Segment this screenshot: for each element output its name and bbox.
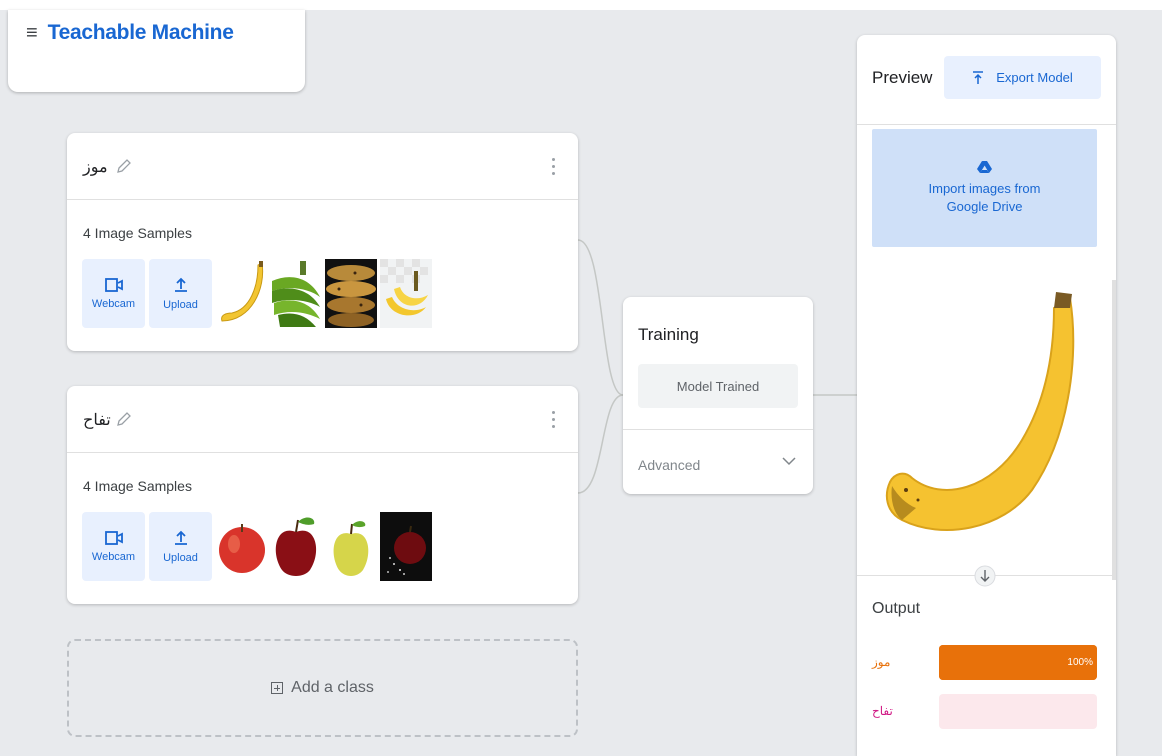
green-bananas-thumb[interactable] xyxy=(270,259,322,328)
upload-icon xyxy=(174,277,187,292)
pencil-icon[interactable] xyxy=(115,157,133,175)
class-card-1: موز 4 Image Samples Webcam Upload xyxy=(67,133,578,351)
class-card-header: موز xyxy=(67,133,578,200)
class-card-2: تفاح 4 Image Samples Webcam Upload xyxy=(67,386,578,604)
pencil-icon[interactable] xyxy=(115,410,133,428)
hamburger-icon[interactable]: ≡ xyxy=(26,20,38,46)
drive-label: Import images from Google Drive xyxy=(928,181,1041,214)
ripe-bananas-thumb[interactable] xyxy=(325,259,377,328)
add-class-label: Add a class xyxy=(291,679,374,696)
advanced-toggle[interactable]: Advanced xyxy=(638,457,700,473)
red-apple-thumb[interactable] xyxy=(216,512,268,581)
class-name[interactable]: موز xyxy=(83,157,108,176)
output-row: موز 100% xyxy=(872,645,1102,680)
arrow-down-icon xyxy=(974,565,996,587)
export-icon xyxy=(973,70,984,84)
confidence-percent: 100% xyxy=(1067,657,1093,668)
training-divider xyxy=(623,429,813,430)
samples-count: 4 Image Samples xyxy=(83,225,192,241)
dark-red-apple-thumb[interactable] xyxy=(270,512,322,581)
confidence-bar xyxy=(939,694,1097,729)
webcam-icon xyxy=(104,530,123,545)
upload-label: Upload xyxy=(163,551,198,564)
import-google-drive-button[interactable]: Import images from Google Drive xyxy=(872,129,1097,247)
preview-title: Preview xyxy=(872,68,933,87)
preview-banana-image xyxy=(885,292,1075,531)
training-title: Training xyxy=(638,325,699,344)
banana-bunch-thumb[interactable] xyxy=(380,259,432,328)
output-row: تفاح xyxy=(872,694,1102,729)
train-model-button[interactable]: Model Trained xyxy=(638,364,798,408)
output-title: Output xyxy=(872,600,921,617)
more-options-icon[interactable] xyxy=(552,158,556,176)
class-name[interactable]: تفاح xyxy=(83,410,111,429)
output-class-label: موز xyxy=(872,655,891,669)
upload-button[interactable]: Upload xyxy=(149,512,212,581)
upload-label: Upload xyxy=(163,298,198,311)
add-class-button[interactable]: Add a class xyxy=(67,639,578,737)
add-box-icon xyxy=(271,682,284,694)
preview-divider xyxy=(857,124,1116,125)
export-model-button[interactable]: Export Model xyxy=(944,56,1101,99)
training-card: Training Model Trained Advanced xyxy=(623,297,813,494)
app-title[interactable]: Teachable Machine xyxy=(48,20,234,46)
preview-card: Preview Export Model Import images from … xyxy=(857,35,1116,756)
webcam-button[interactable]: Webcam xyxy=(82,259,145,328)
apple-dark-bg-thumb[interactable] xyxy=(380,512,432,581)
app-header: ≡ Teachable Machine xyxy=(8,10,305,92)
webcam-icon xyxy=(104,277,123,292)
output-class-label: تفاح xyxy=(872,704,893,718)
export-label: Export Model xyxy=(996,70,1073,85)
samples-count: 4 Image Samples xyxy=(83,478,192,494)
webcam-button[interactable]: Webcam xyxy=(82,512,145,581)
green-apple-thumb[interactable] xyxy=(325,512,377,581)
class-card-header: تفاح xyxy=(67,386,578,453)
banana-thumb[interactable] xyxy=(216,259,268,328)
confidence-bar: 100% xyxy=(939,645,1097,680)
upload-button[interactable]: Upload xyxy=(149,259,212,328)
upload-icon xyxy=(174,530,187,545)
webcam-label: Webcam xyxy=(91,550,136,563)
chevron-down-icon[interactable] xyxy=(781,455,797,467)
more-options-icon[interactable] xyxy=(552,411,556,429)
preview-scrollbar[interactable] xyxy=(1112,280,1116,580)
google-drive-icon xyxy=(976,161,992,173)
webcam-label: Webcam xyxy=(91,297,136,310)
